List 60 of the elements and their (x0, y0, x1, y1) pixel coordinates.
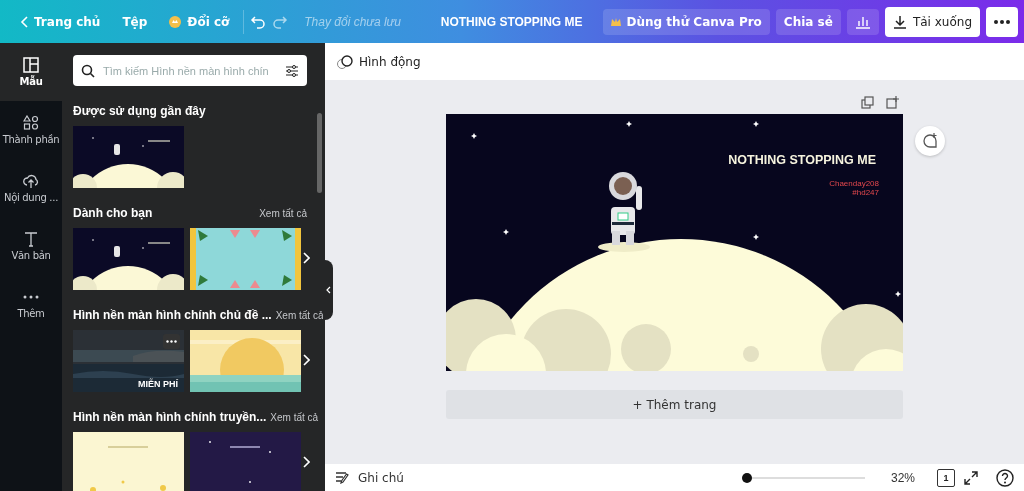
comment-icon (922, 133, 938, 149)
insights-button[interactable] (846, 8, 879, 35)
text-icon (23, 231, 39, 247)
section-title: Được sử dụng gần đây (73, 104, 206, 118)
pro-trial-button[interactable]: Dùng thử Canva Pro (602, 8, 770, 35)
more-icon (166, 340, 177, 343)
more-icon (994, 19, 1010, 24)
page-count-button[interactable]: 1 (937, 468, 955, 487)
help-icon[interactable] (996, 468, 1014, 487)
slider-thumb[interactable] (741, 472, 752, 483)
section-title: Hình nền màn hình chính truyền... (73, 410, 267, 424)
sidebar-tab[interactable]: Thêm (0, 275, 62, 333)
next-icon[interactable] (303, 354, 310, 366)
more-button[interactable] (986, 6, 1018, 37)
sidebar-tab[interactable]: Nội dung ... (0, 159, 62, 217)
document-title[interactable]: NOTHING STOPPING ME (440, 14, 583, 29)
notes-icon (335, 471, 350, 484)
zoom-slider[interactable] (741, 471, 865, 484)
scrollbar[interactable] (317, 113, 322, 193)
see-all-link[interactable]: Xem tất cả (275, 310, 324, 321)
add-page-icon[interactable] (886, 96, 899, 109)
share-button[interactable]: Chia sẻ (775, 8, 841, 35)
animation-icon (337, 54, 353, 69)
download-icon (892, 14, 907, 29)
next-icon[interactable] (303, 252, 310, 264)
fullscreen-icon[interactable] (963, 469, 979, 486)
duplicate-icon[interactable] (861, 96, 874, 109)
design-subtitle: #hd247 (851, 188, 879, 197)
filter-icon[interactable] (285, 63, 299, 78)
section-title: Hình nền màn hình chính chủ đề ... (73, 308, 272, 322)
thumbnail-menu-button[interactable] (163, 334, 180, 349)
download-button[interactable]: Tải xuống (884, 6, 980, 37)
layout-icon (23, 57, 39, 73)
notes-button[interactable]: Ghi chú (335, 470, 404, 485)
design-title: NOTHING STOPPING ME (728, 153, 876, 167)
next-icon[interactable] (303, 456, 310, 468)
chevron-left-icon (325, 286, 331, 294)
cloud-upload-icon (23, 173, 39, 189)
free-label: MIỄN PHÍ (138, 379, 178, 389)
sidebar-tab[interactable]: Mẫu (0, 43, 62, 101)
section-title: Dành cho bạn (73, 206, 153, 220)
add-comment-button[interactable] (915, 126, 945, 156)
sidebar-tab[interactable]: Thành phần (0, 101, 62, 159)
collapse-panel-button[interactable] (323, 260, 333, 320)
see-all-link[interactable]: Xem tất cả (259, 208, 307, 219)
add-page-button[interactable]: + Thêm trang (446, 390, 903, 419)
search-field[interactable]: Tìm kiếm Hình nền màn hình chín (73, 55, 307, 86)
undo-icon[interactable] (250, 14, 267, 29)
back-icon (20, 15, 28, 28)
sidebar-tab[interactable]: Văn bản (0, 217, 62, 275)
see-all-link[interactable]: Xem tất cả (270, 412, 319, 423)
crown-icon (169, 15, 182, 28)
shapes-icon (23, 115, 39, 131)
bar-chart-icon (854, 14, 871, 29)
search-icon (81, 63, 95, 78)
zoom-level: 32% (890, 470, 915, 485)
save-status: Thay đổi chưa lưu (304, 14, 401, 29)
design-subtitle: Chaenday208 (829, 179, 879, 188)
crown-icon (610, 17, 621, 26)
animate-button[interactable]: Hình động (337, 54, 421, 69)
